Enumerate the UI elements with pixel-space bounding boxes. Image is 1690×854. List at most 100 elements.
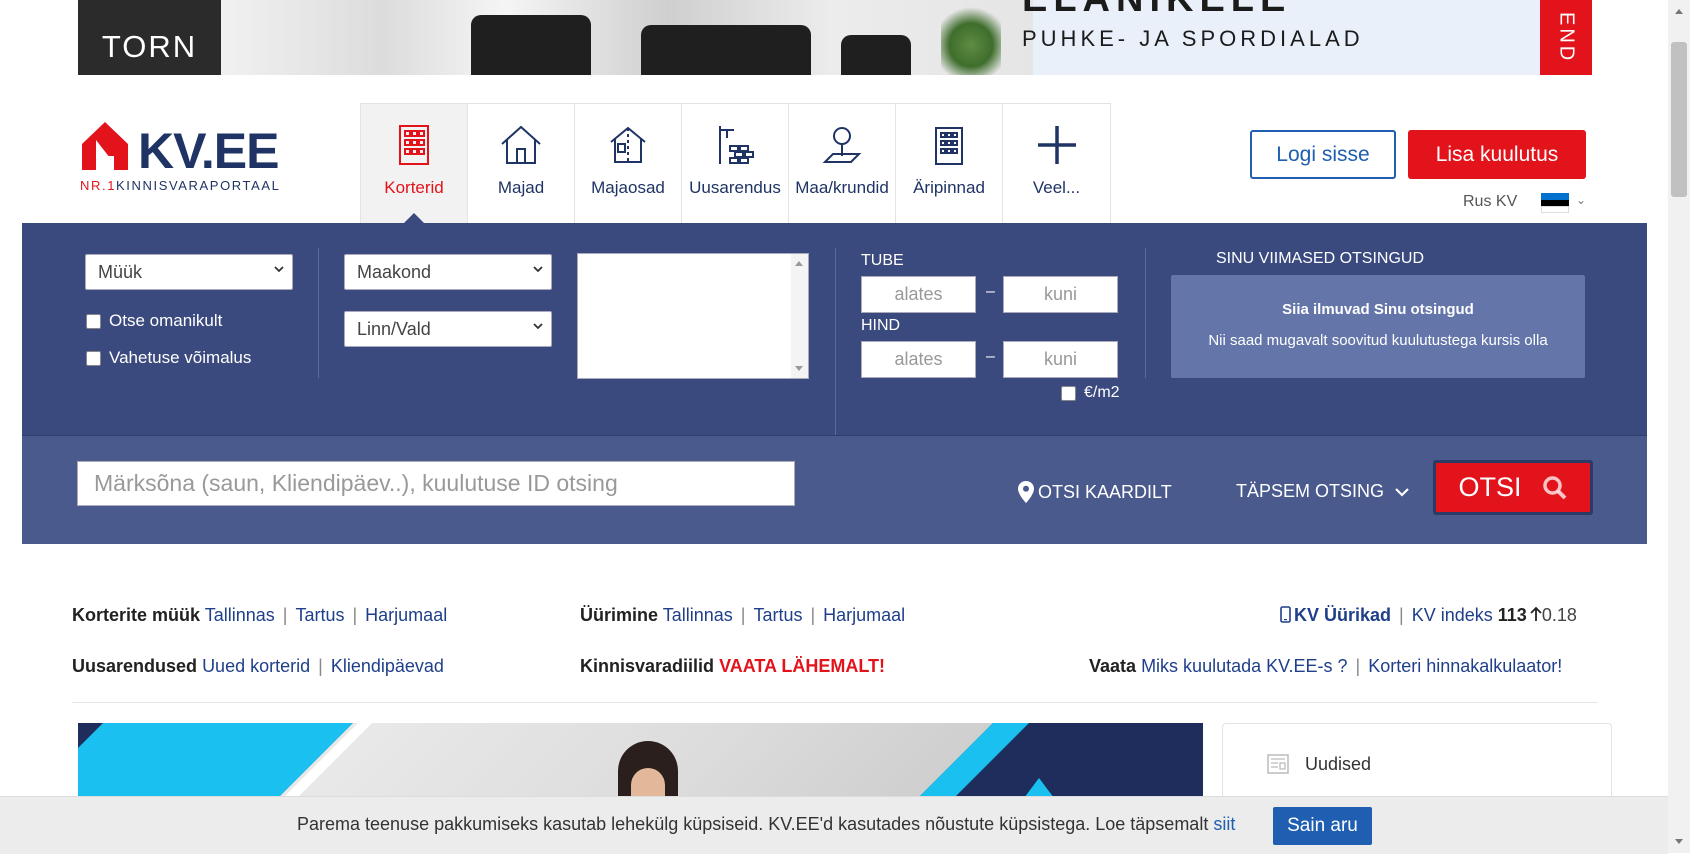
office-building-icon xyxy=(935,127,963,165)
price-from-input[interactable]: alates xyxy=(861,341,976,378)
category-tabs: Korterid Majad Majaosad Uusarendus Maa/k… xyxy=(360,103,1111,224)
scrollbar[interactable] xyxy=(791,254,808,378)
map-search-link[interactable]: OTSI KAARDILT xyxy=(1018,481,1172,503)
owner-checkbox-label: Otse omanikult xyxy=(109,311,223,330)
tab-majad[interactable]: Majad xyxy=(468,104,575,223)
rent-link-harjumaa[interactable]: Harjumaal xyxy=(823,605,905,625)
search-panel: Müük Otse omanikult Vahetuse võimalus Ma… xyxy=(22,223,1647,544)
tab-maa-krundid[interactable]: Maa/krundid xyxy=(789,104,896,223)
divider xyxy=(1145,248,1146,378)
sale-title: Korterite müük xyxy=(72,605,201,625)
owner-checkbox[interactable]: Otse omanikult xyxy=(86,311,222,331)
advanced-search-label: TÄPSEM OTSING xyxy=(1236,481,1385,501)
district-multiselect[interactable] xyxy=(577,253,809,379)
tab-uusarendus[interactable]: Uusarendus xyxy=(682,104,789,223)
county-value: Maakond xyxy=(357,261,432,282)
cookie-more-link[interactable]: siit xyxy=(1213,814,1235,834)
divider xyxy=(835,248,836,436)
exchange-checkbox[interactable]: Vahetuse võimalus xyxy=(86,348,251,368)
logo-subtitle: NR.1KINNISVARAPORTAAL xyxy=(80,178,281,193)
house-icon xyxy=(501,125,541,164)
rent-link-tallinn[interactable]: Tallinnas xyxy=(663,605,733,625)
language-link[interactable]: Rus KV xyxy=(1463,193,1517,211)
tab-label: Uusarendus xyxy=(689,178,781,197)
tab-korterid[interactable]: Korterid xyxy=(361,104,468,224)
recent-searches-box: Siia ilmuvad Sinu otsingud Nii saad muga… xyxy=(1171,275,1585,378)
price-label: HIND xyxy=(861,317,901,334)
cookie-bar: Parema teenuse pakkumiseks kasutab lehek… xyxy=(0,796,1668,854)
sale-link-tallinn[interactable]: Tallinnas xyxy=(205,605,275,625)
phone-icon xyxy=(1280,606,1291,623)
rooms-label: TUBE xyxy=(861,252,904,269)
construction-icon xyxy=(719,126,754,164)
range-dash: – xyxy=(986,283,995,300)
top-ad-banner[interactable]: TORN ELANIKELE PUHKE- JA SPORDIALAD END xyxy=(78,0,1592,75)
chevron-down-icon xyxy=(533,266,543,273)
site-logo[interactable]: KV.EE NR.1KINNISVARAPORTAAL xyxy=(80,120,295,198)
cookie-text: Parema teenuse pakkumiseks kasutab lehek… xyxy=(297,814,1236,834)
logo-house-icon xyxy=(82,122,128,170)
newspaper-icon xyxy=(1267,754,1289,774)
kv-index-value: 113 xyxy=(1497,605,1527,625)
city-select[interactable]: Linn/Vald xyxy=(344,311,552,347)
login-button[interactable]: Logi sisse xyxy=(1250,130,1396,179)
search-bar-row: Märksõna (saun, Kliendipäev..), kuulutus… xyxy=(22,435,1647,544)
page-scrollbar[interactable] xyxy=(1668,0,1690,853)
search-button-label: OTSI xyxy=(1458,472,1522,502)
kv-index-link[interactable]: KV indeks xyxy=(1412,605,1493,625)
kv-uurikad-link[interactable]: KV Üürikad xyxy=(1280,605,1391,625)
sale-link-harjumaa[interactable]: Harjumaal xyxy=(365,605,447,625)
rooms-to-input[interactable]: kuni xyxy=(1003,276,1118,313)
deal-type-select[interactable]: Müük xyxy=(85,254,293,290)
per-m2-label: €/m2 xyxy=(1084,384,1120,401)
tab-veel[interactable]: Veel... xyxy=(1003,104,1110,223)
why-advertise-link[interactable]: Miks kuulutada KV.EE-s ? xyxy=(1141,656,1347,676)
price-calculator-link[interactable]: Korteri hinnakalkulaator! xyxy=(1368,656,1562,676)
new-dev-title: Uusarendused xyxy=(72,656,198,676)
exchange-checkbox-label: Vahetuse võimalus xyxy=(109,348,252,367)
tab-majaosad[interactable]: Majaosad xyxy=(575,104,682,223)
map-pin-icon xyxy=(1018,481,1034,503)
scrollbar-thumb[interactable] xyxy=(1671,42,1687,197)
new-apartments-link[interactable]: Uued korterid xyxy=(202,656,310,676)
rent-link-tartu[interactable]: Tartus xyxy=(753,605,802,625)
building-icon xyxy=(399,125,429,165)
chevron-down-icon[interactable]: ⌄ xyxy=(1576,193,1586,207)
banner-headline: ELANIKELE xyxy=(1022,0,1291,21)
deals-title: Kinnisvaradiilid xyxy=(580,656,715,676)
tab-aripinnad[interactable]: Äripinnad xyxy=(896,104,1003,223)
client-days-link[interactable]: Kliendipäevad xyxy=(331,656,444,676)
keyword-search-input[interactable]: Märksõna (saun, Kliendipäev..), kuulutus… xyxy=(77,461,795,506)
banner-brand: TORN xyxy=(78,0,221,75)
chevron-down-icon xyxy=(274,266,284,273)
plus-icon xyxy=(1037,126,1076,164)
sale-link-tartu[interactable]: Tartus xyxy=(295,605,344,625)
banner-tagline: PUHKE- JA SPORDIALAD xyxy=(1022,26,1364,51)
price-to-input[interactable]: kuni xyxy=(1003,341,1118,378)
range-dash: – xyxy=(986,348,995,365)
tab-label: Äripinnad xyxy=(913,178,985,197)
estonian-flag-icon[interactable] xyxy=(1541,193,1569,213)
per-m2-checkbox[interactable]: €/m2 xyxy=(1061,384,1120,402)
news-title[interactable]: Uudised xyxy=(1305,754,1371,775)
quick-links-rent: Üürimine Tallinnas | Tartus | Harjumaal xyxy=(580,605,906,625)
rooms-from-input[interactable]: alates xyxy=(861,276,976,313)
quick-links-sale: Korterite müük Tallinnas | Tartus | Harjumaa… xyxy=(72,605,448,625)
county-select[interactable]: Maakond xyxy=(344,254,552,290)
deals-link[interactable]: VAATA LÄHEMALT! xyxy=(719,656,885,676)
tab-label: Korterid xyxy=(384,178,444,197)
quick-links-index: KV Üürikad | KV indeks 113 0.18 xyxy=(1280,605,1577,626)
chevron-down-icon xyxy=(533,323,543,330)
divider xyxy=(318,248,319,378)
cookie-accept-button[interactable]: Sain aru xyxy=(1273,807,1372,845)
tab-label: Maa/krundid xyxy=(795,178,889,197)
recent-searches-title: SINU VIIMASED OTSINGUD xyxy=(1215,250,1425,267)
search-button[interactable]: OTSI xyxy=(1433,460,1593,515)
advanced-search-toggle[interactable]: TÄPSEM OTSING xyxy=(1236,481,1410,502)
add-listing-button[interactable]: Lisa kuulutus xyxy=(1408,130,1586,179)
chevron-down-icon xyxy=(1395,487,1409,497)
quick-links-new-dev: Uusarendused Uued korterid | Kliendipäevad xyxy=(72,656,444,676)
divider xyxy=(72,702,1598,703)
see-title: Vaata xyxy=(1089,656,1137,676)
kv-index-change: 0.18 xyxy=(1541,605,1577,625)
